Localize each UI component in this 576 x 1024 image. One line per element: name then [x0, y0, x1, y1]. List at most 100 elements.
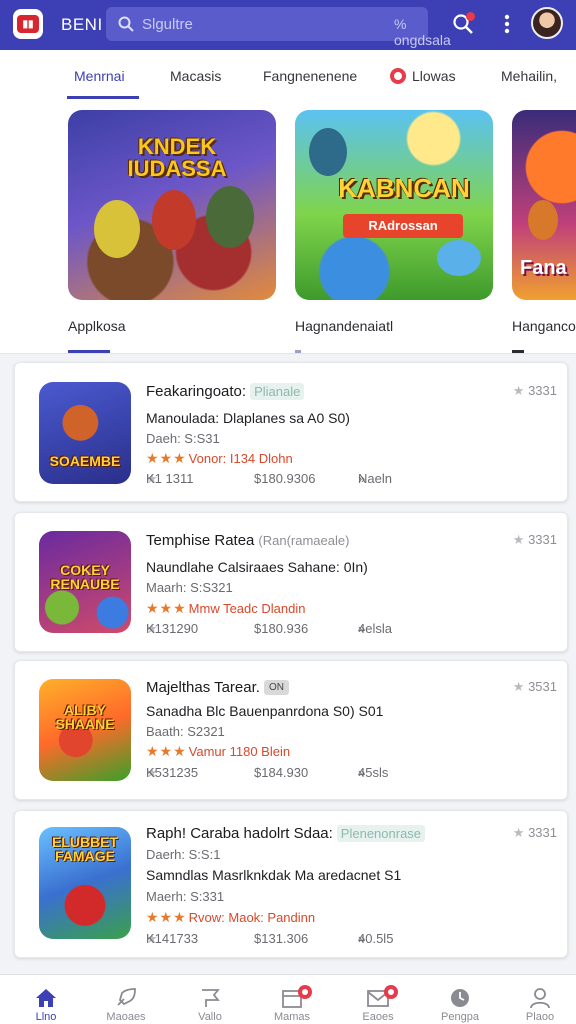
- featured-caption: Hagnandenaiatl: [295, 318, 394, 334]
- app-icon: ALIBY SHAANE: [39, 679, 131, 781]
- nav-mamas[interactable]: Mamas: [256, 975, 328, 1024]
- app-list-item[interactable]: ALIBY SHAANE Majelthas Tarear. ON Sanadha…: [14, 660, 568, 800]
- app-root: ▮▮ BENI Slgultre % ongdsala canoselre Me…: [0, 0, 576, 1024]
- nav-label: Llno: [35, 1011, 57, 1023]
- logo-mark: ▮▮: [17, 15, 39, 33]
- tab-1[interactable]: Macasis: [170, 68, 221, 84]
- rating-stars: ★★★: [146, 600, 187, 616]
- rating-stars: ★★★: [146, 743, 187, 759]
- more-options-button[interactable]: [493, 10, 521, 38]
- search-bar[interactable]: Slgultre % ongdsala canoselre: [106, 7, 455, 64]
- app-list-item[interactable]: ELUBBET FAMAGE Raph! Caraba hadolrt Sdaa…: [14, 810, 568, 958]
- active-tab-indicator: [67, 96, 139, 99]
- app-score: ★ 3331: [513, 532, 557, 548]
- nav-label: Eaoes: [362, 1011, 394, 1023]
- avatar[interactable]: [531, 7, 563, 39]
- featured-art-subtitle: RAdrossan: [343, 214, 463, 238]
- tab-4[interactable]: Mehailin,: [501, 68, 557, 84]
- app-icon-text: COKEY RENAUBE: [50, 562, 120, 592]
- downloads-value: K531235: [146, 765, 199, 780]
- nav-plaoo[interactable]: Plaoo: [504, 975, 576, 1024]
- app-list-item[interactable]: COKEY RENAUBE Temphise Ratea (Ran(ramaeal…: [14, 512, 568, 652]
- app-icon: COKEY RENAUBE: [39, 531, 131, 633]
- app-title-row: Raph! Caraba hadolrt Sdaa: Plenenonrase: [146, 825, 426, 842]
- featured-carousel: KNDEK IUDASSA KABNCAN RAdrossan Fana App…: [0, 100, 576, 354]
- app-rating: ★★★ Rvow: Maok: Pandinn: [146, 909, 315, 926]
- character-art: [528, 200, 558, 240]
- app-score: ★ 3531: [513, 679, 557, 695]
- character-art: [94, 200, 140, 258]
- price-stat: $131.306: [254, 931, 309, 946]
- character-art: [437, 240, 481, 276]
- search-icon: [118, 16, 134, 32]
- tab-2[interactable]: Fangnenenene: [263, 68, 357, 84]
- app-icon: SOAEMBE: [39, 382, 131, 484]
- featured-caption: Hanganco: [512, 318, 576, 334]
- bottom-navigation: Llno Maoaes Vallo Mamas Eaoes Pengpa Pla…: [0, 974, 576, 1024]
- rating-text: Mmw Teadc Dlandin: [188, 601, 306, 616]
- more-vert-icon: [504, 14, 510, 34]
- app-meta-secondary: Maerh: S:331: [146, 889, 225, 904]
- nav-pengpa[interactable]: Pengpa: [424, 975, 496, 1024]
- brand-name: BENI: [61, 15, 103, 34]
- person-icon: [530, 988, 550, 1009]
- carousel-indicator: [512, 350, 524, 353]
- nav-maoaes[interactable]: Maoaes: [90, 975, 162, 1024]
- app-tag: Plianale: [250, 383, 305, 400]
- extra-stat-value: 40.5l5: [358, 931, 394, 946]
- extra-stat-value: 45sls: [358, 765, 389, 780]
- character-art: [206, 186, 254, 248]
- downloads-value: K1 1311: [146, 471, 194, 486]
- score-value: 3331: [528, 825, 557, 840]
- star-icon: ★: [512, 679, 529, 694]
- downloads-value: K141733: [146, 931, 199, 946]
- flag-icon: [202, 989, 220, 1007]
- app-title: Temphise Ratea: [146, 532, 255, 549]
- price-stat: $180.936: [254, 621, 309, 636]
- nav-home[interactable]: Llno: [10, 975, 82, 1024]
- search-button[interactable]: [449, 10, 477, 38]
- featured-art-title: Fana: [520, 257, 567, 279]
- nav-vallo[interactable]: Vallo: [174, 975, 246, 1024]
- app-meta: Daerh: S:S:1: [146, 847, 221, 862]
- nav-label: Vallo: [198, 1011, 222, 1023]
- notification-badge: [298, 985, 312, 999]
- rocket-icon: [117, 988, 136, 1006]
- star-icon: ★: [512, 383, 529, 398]
- nav-label: Mamas: [273, 1011, 311, 1023]
- featured-card-1[interactable]: KABNCAN RAdrossan: [295, 110, 493, 300]
- app-title: Majelthas Tarear.: [146, 679, 260, 696]
- app-score: ★ 3331: [513, 383, 557, 399]
- featured-caption: Applkosa: [68, 318, 126, 334]
- notification-badge: [384, 985, 398, 999]
- app-description: Samndlas Masrlknkdak Ma aredacnet S1: [146, 867, 402, 883]
- app-meta: Maarh: S:S321: [146, 580, 233, 595]
- app-tag: ON: [263, 680, 289, 695]
- carousel-indicator: [295, 350, 301, 353]
- app-meta: Daeh: S:S31: [146, 431, 220, 446]
- search-placeholder: Slgultre: [142, 16, 193, 33]
- nav-label: Pengpa: [441, 1011, 479, 1023]
- app-list-item[interactable]: SOAEMBE Feakaringoato: Plianale Manoulada…: [14, 362, 568, 502]
- app-title-row: Majelthas Tarear. ON: [146, 679, 289, 696]
- notification-dot: [466, 12, 475, 21]
- rating-text: Rvow: Maok: Pandinn: [188, 910, 316, 925]
- app-rating: ★★★ Vonor: I134 Dlohn: [146, 450, 293, 467]
- app-logo[interactable]: ▮▮: [13, 9, 43, 39]
- extra-stat-value: Naeln: [358, 471, 392, 486]
- app-title-row: Temphise Ratea (Ran(ramaeale): [146, 532, 349, 549]
- tab-3[interactable]: Llowas: [390, 68, 456, 84]
- star-icon: ★: [512, 532, 529, 547]
- featured-card-0[interactable]: KNDEK IUDASSA: [68, 110, 276, 300]
- star-icon: ★: [512, 825, 529, 840]
- home-icon: [36, 989, 56, 1007]
- app-title: Raph! Caraba hadolrt Sdaa:: [146, 825, 333, 842]
- app-icon-text: SOAEMBE: [49, 453, 121, 469]
- tab-0[interactable]: Menrnai: [74, 68, 125, 84]
- rating-stars: ★★★: [146, 450, 187, 466]
- featured-card-2[interactable]: Fana: [512, 110, 576, 300]
- rating-text: Vamur 1180 Blein: [188, 744, 291, 759]
- nav-eaoes[interactable]: Eaoes: [342, 975, 414, 1024]
- app-list: SOAEMBE Feakaringoato: Plianale Manoulada…: [0, 354, 576, 974]
- app-title: Feakaringoato:: [146, 383, 247, 400]
